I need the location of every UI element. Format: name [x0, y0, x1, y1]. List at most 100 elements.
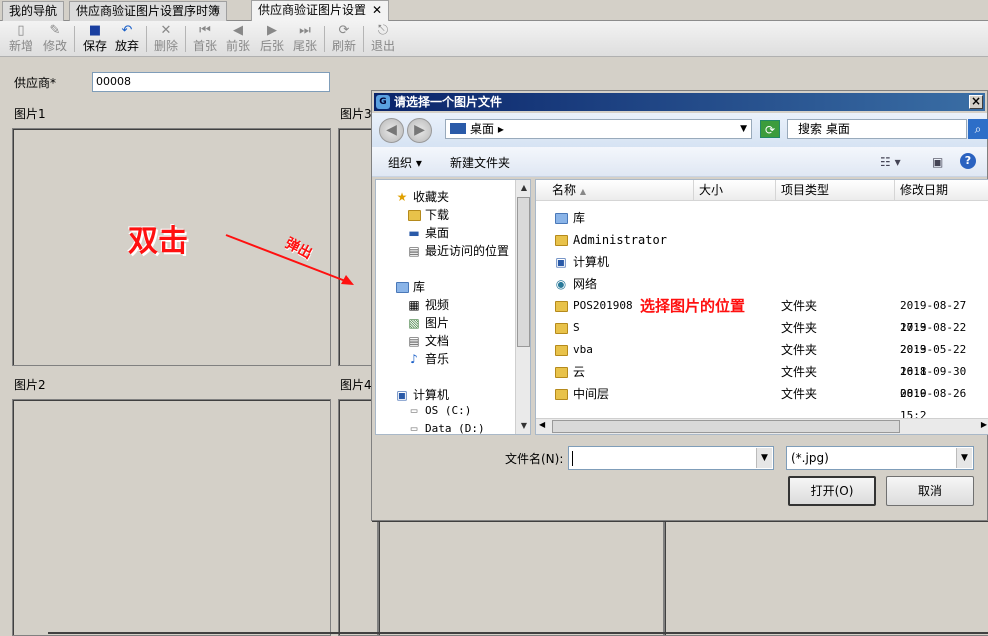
close-icon[interactable]: ✕ — [372, 3, 382, 17]
back-button[interactable]: ◀ — [379, 118, 404, 143]
tab-label: 我的导航 — [9, 4, 58, 18]
last-button[interactable]: ⏭ 尾张 — [289, 23, 321, 56]
list-item[interactable]: ▣ 计算机 — [536, 251, 988, 273]
tab-supplier-image-settings[interactable]: 供应商验证图片设置 ✕ — [251, 0, 390, 21]
nav-pane-scrollbar[interactable]: ▲ ▼ — [515, 180, 530, 434]
nav-item-pictures[interactable]: ▧ 图片 — [406, 314, 449, 331]
tab-my-navigation[interactable]: 我的导航 — [2, 1, 65, 21]
column-header-name[interactable]: 名称 ▲ — [536, 180, 694, 201]
search-input[interactable]: 搜索 桌面 — [787, 119, 967, 139]
nav-item-drive-c[interactable]: ▭ OS (C:) — [406, 404, 472, 417]
nav-item-documents[interactable]: ▤ 文档 — [406, 332, 449, 349]
new-folder-button[interactable]: 新建文件夹 — [450, 154, 510, 171]
toolbar-separator — [74, 26, 75, 52]
exit-button[interactable]: ⎋ 退出 — [367, 23, 399, 56]
first-button[interactable]: ⏮ 首张 — [189, 23, 221, 56]
folder-icon — [553, 361, 569, 383]
chevron-down-icon[interactable]: ▼ — [740, 120, 747, 138]
image4-box-lower[interactable] — [664, 521, 988, 636]
supplier-label: 供应商* — [14, 76, 57, 90]
scroll-thumb[interactable] — [517, 197, 530, 347]
list-item[interactable]: S 文件夹 2019-08-22 20:3 — [536, 317, 988, 356]
filename-input[interactable]: ▼ — [568, 446, 774, 470]
chevron-down-icon[interactable]: ▼ — [756, 448, 772, 468]
dialog-navigation-bar: ◀ ▶ 桌面 ▸ ▼ ⟳ 搜索 桌面 ⌕ — [372, 113, 988, 147]
filetype-select[interactable]: (*.jpg) ▼ — [786, 446, 974, 470]
refresh-icon[interactable]: ⟳ — [760, 120, 780, 138]
file-list-pane: 名称 ▲ 大小 项目类型 修改日期 库 Administrator ▣ 计算机 ◉… — [535, 179, 988, 435]
nav-item-drive-d[interactable]: ▭ Data (D:) — [406, 422, 485, 435]
nav-item-music[interactable]: ♪ 音乐 — [406, 350, 449, 367]
toolbar-separator — [146, 26, 147, 52]
pictures-icon: ▧ — [408, 316, 420, 330]
nav-item-computer[interactable]: ▣ 计算机 — [394, 386, 449, 403]
image3-box-lower[interactable] — [378, 521, 664, 636]
chevron-down-icon[interactable]: ▼ — [516, 418, 530, 434]
list-item[interactable]: Administrator — [536, 229, 988, 251]
recent-icon: ▤ — [408, 244, 420, 258]
dialog-close-button[interactable]: × — [969, 95, 983, 109]
nav-item-videos[interactable]: ▦ 视频 — [406, 296, 449, 313]
help-icon[interactable]: ? — [960, 153, 976, 169]
toolbar-separator — [185, 26, 186, 52]
search-icon[interactable]: ⌕ — [968, 119, 988, 139]
chevron-down-icon[interactable]: ▼ — [956, 448, 972, 468]
folder-icon — [553, 383, 569, 405]
toolbar-separator — [363, 26, 364, 52]
star-icon: ★ — [396, 190, 408, 204]
list-item[interactable]: vba 文件夹 2019-05-22 16:1 — [536, 339, 988, 378]
folder-icon — [553, 317, 569, 339]
folder-icon — [553, 295, 569, 317]
address-bar[interactable]: 桌面 ▸ ▼ — [445, 119, 752, 139]
image2-box[interactable] — [12, 399, 331, 636]
image4-label: 图片4 — [340, 378, 372, 392]
chevron-left-icon[interactable]: ◀ — [539, 420, 545, 429]
drive-icon: ▭ — [410, 422, 418, 435]
list-item[interactable]: 库 — [536, 207, 988, 229]
column-header-type[interactable]: 项目类型 — [776, 180, 895, 201]
new-button[interactable]: ▯ 新增 — [5, 23, 37, 56]
open-button[interactable]: 打开(O) — [788, 476, 876, 506]
next-button[interactable]: ▶ 后张 — [256, 23, 288, 56]
tab-supplier-image-list[interactable]: 供应商验证图片设置序时簿 — [69, 1, 228, 21]
supplier-input[interactable]: 00008 — [92, 72, 330, 92]
file-list-hscrollbar[interactable]: ◀ ▶ — [536, 418, 988, 434]
chevron-right-icon[interactable]: ▶ — [981, 420, 987, 429]
preview-pane-icon[interactable]: ▣ — [932, 155, 943, 169]
list-item[interactable]: ◉ 网络 — [536, 273, 988, 295]
nav-item-downloads[interactable]: 下载 — [406, 206, 449, 223]
annotation-double-click: 双击 — [128, 224, 188, 259]
desktop-icon: ▬ — [408, 226, 420, 240]
list-item[interactable]: 中间层 文件夹 2019-08-26 15:2 — [536, 383, 988, 422]
list-item[interactable]: POS201908 文件夹 2019-08-27 17:3 — [536, 295, 988, 334]
save-button[interactable]: ■ 保存 — [79, 23, 111, 56]
tab-label: 供应商验证图片设置序时簿 — [76, 4, 221, 18]
delete-button[interactable]: ✕ 删除 — [150, 23, 182, 56]
image1-label: 图片1 — [14, 107, 46, 121]
edit-button[interactable]: ✎ 修改 — [39, 23, 71, 56]
scroll-thumb[interactable] — [552, 420, 900, 433]
list-item[interactable]: 云文件夹 2018-09-30 08:0 — [536, 361, 988, 400]
first-icon: ⏮ — [199, 23, 211, 38]
chevron-up-icon[interactable]: ▲ — [516, 180, 530, 196]
network-icon: ◉ — [555, 277, 567, 291]
video-icon: ▦ — [408, 298, 420, 312]
column-header-size[interactable]: 大小 — [694, 180, 776, 201]
dialog-command-bar: 组织 ▾ 新建文件夹 ☷ ▾ ▣ ? — [372, 147, 987, 177]
prev-button[interactable]: ◀ 前张 — [222, 23, 254, 56]
toolbar-separator — [324, 26, 325, 52]
column-header-date[interactable]: 修改日期 — [895, 180, 988, 201]
organize-button[interactable]: 组织 ▾ — [388, 154, 422, 171]
forward-button[interactable]: ▶ — [407, 118, 432, 143]
view-options-icon[interactable]: ☷ ▾ — [880, 155, 901, 169]
cancel-button[interactable]: 取消 — [886, 476, 974, 506]
nav-item-favorites[interactable]: ★ 收藏夹 — [394, 188, 449, 205]
nav-item-recent[interactable]: ▤ 最近访问的位置 — [406, 242, 509, 259]
nav-item-libraries[interactable]: 库 — [394, 278, 425, 295]
refresh-button[interactable]: ⟳ 刷新 — [328, 23, 360, 56]
bottom-border — [48, 632, 988, 634]
user-folder-icon — [553, 229, 569, 251]
discard-button[interactable]: ↶ 放弃 — [111, 23, 143, 56]
nav-item-desktop[interactable]: ▬ 桌面 — [406, 224, 449, 241]
library-icon — [394, 280, 410, 294]
